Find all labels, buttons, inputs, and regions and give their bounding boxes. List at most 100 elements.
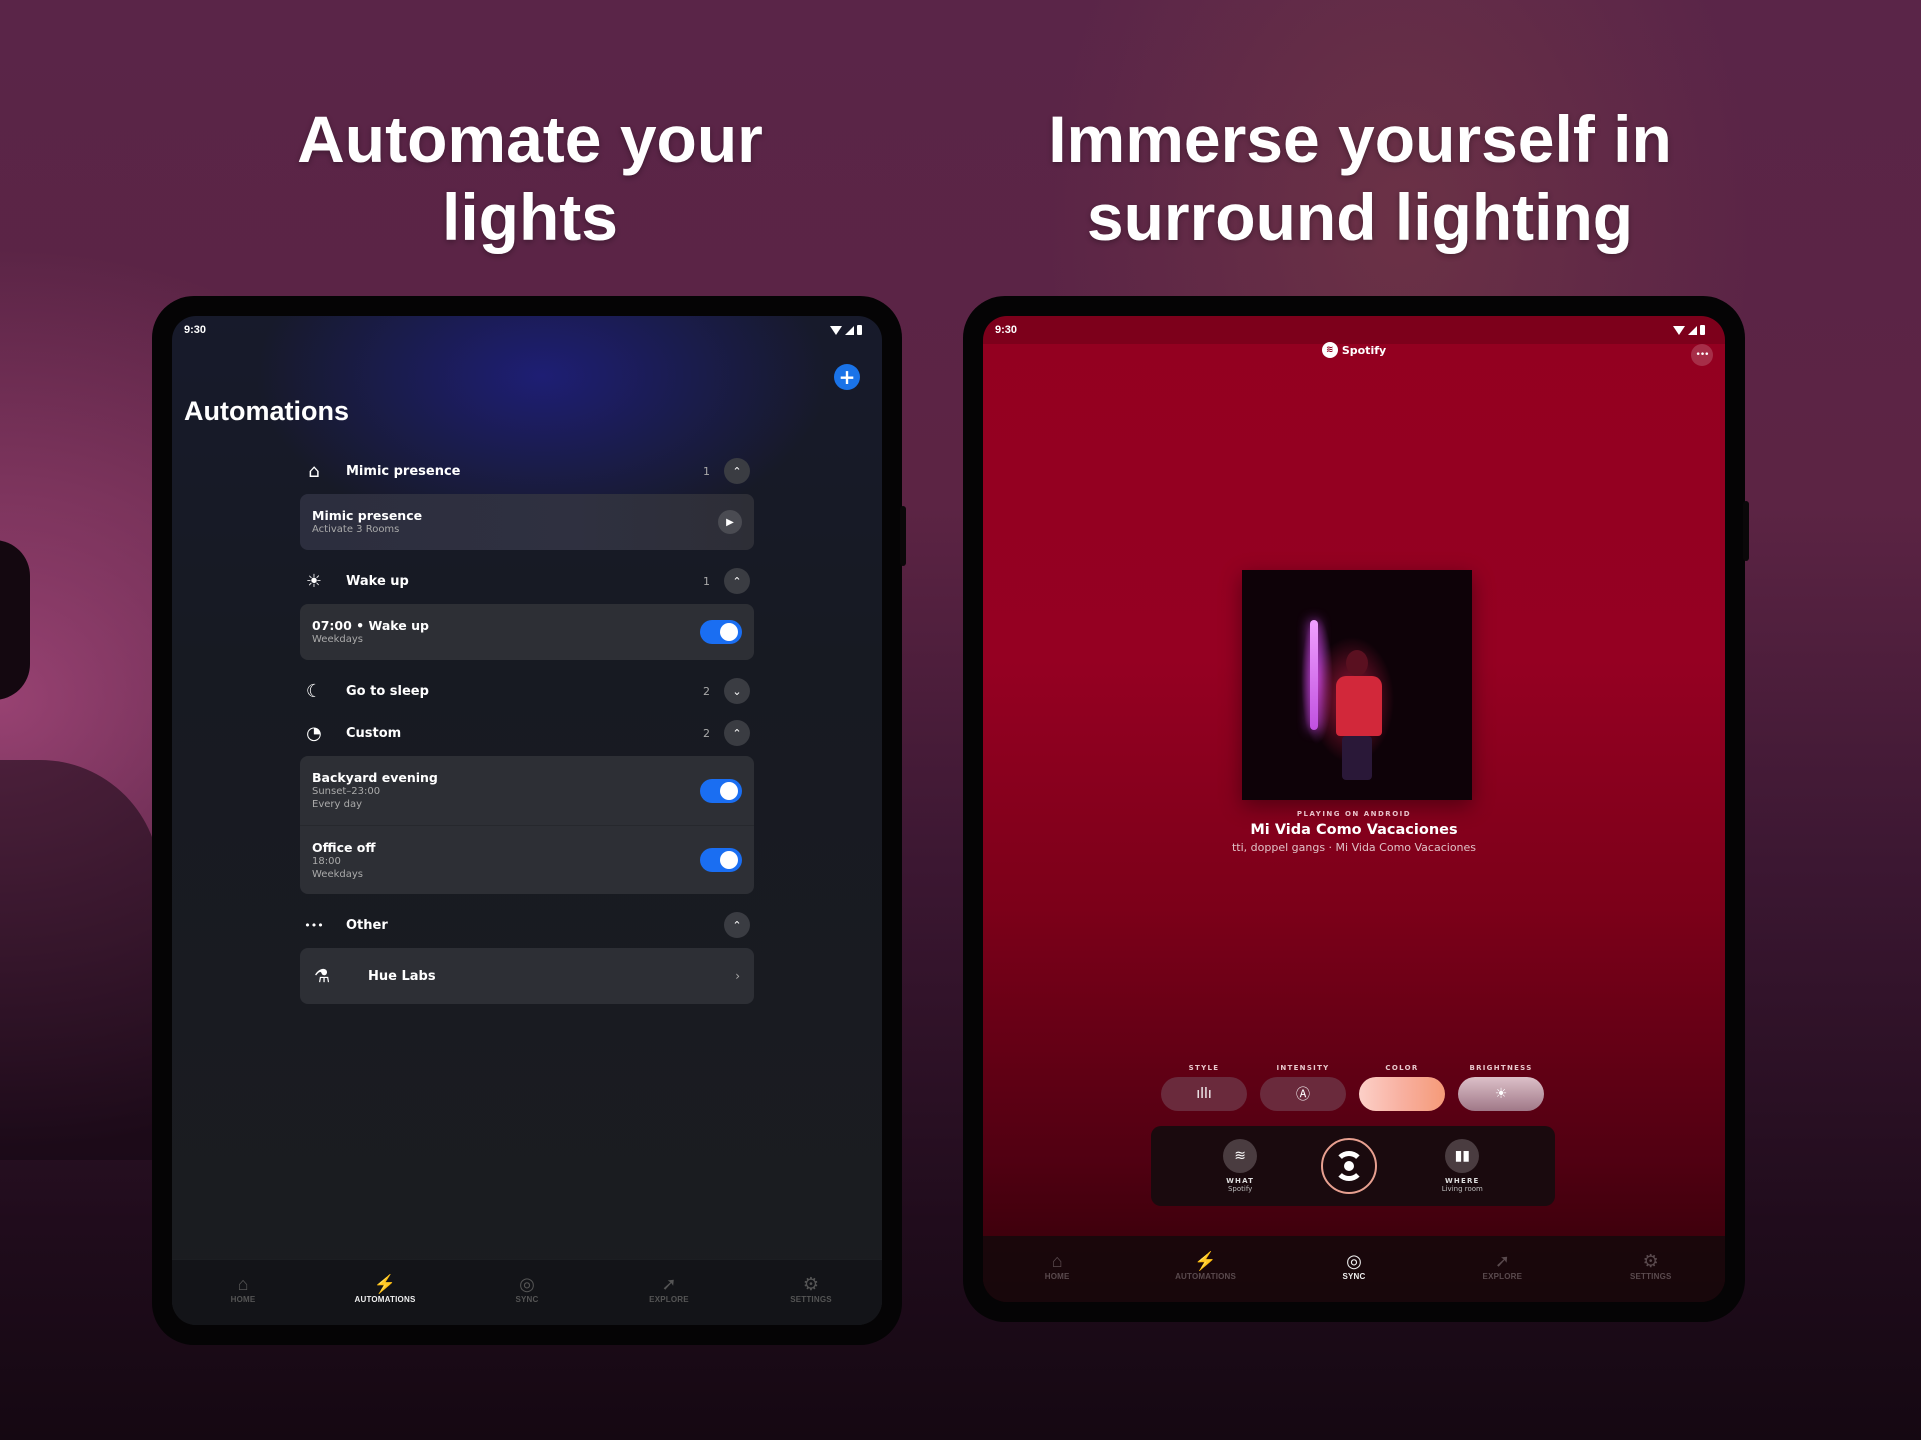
sync-screen: 9:30 ≋ Spotify ••• PLAYING ON ANDROID Mi… [983, 316, 1725, 1302]
intensity-auto-icon: Ⓐ [1296, 1087, 1310, 1103]
album-neon-light [1310, 620, 1318, 730]
tab-automations[interactable]: ⚡ AUTOMATIONS [335, 1273, 435, 1304]
hue-labs-item[interactable]: ⚗ Hue Labs › [300, 948, 754, 1004]
status-bar: 9:30 [172, 316, 882, 344]
tab-settings[interactable]: ⚙ SETTINGS [1601, 1250, 1701, 1281]
tab-label: EXPLORE [649, 1295, 689, 1304]
headline-automate: Automate your lights [297, 102, 763, 254]
more-options-button[interactable]: ••• [1691, 344, 1713, 366]
tab-settings[interactable]: ⚙ SETTINGS [761, 1273, 861, 1304]
sync-toggle-button[interactable] [1321, 1138, 1378, 1194]
spotify-icon: ≋ [1321, 342, 1338, 358]
style-button[interactable]: ıllı [1161, 1077, 1247, 1111]
wifi-icon [830, 325, 842, 335]
where-area[interactable]: ▮▮ WHERE Living room [1442, 1139, 1483, 1193]
tab-explore[interactable]: ➚ EXPLORE [1452, 1250, 1552, 1281]
item-title: 07:00 • Wake up [312, 618, 429, 633]
list-item[interactable]: Office off 18:00 Weekdays [300, 825, 754, 894]
tab-home[interactable]: ⌂ HOME [193, 1273, 293, 1304]
spotify-logo: ≋ Spotify [983, 342, 1725, 358]
office-off-toggle[interactable] [700, 848, 742, 872]
sync-icon [1334, 1151, 1365, 1181]
gear-icon: ⚙ [1642, 1250, 1659, 1271]
flask-icon: ⚗ [314, 965, 331, 987]
card-wake-up: 07:00 • Wake up Weekdays [300, 604, 754, 660]
tab-explore[interactable]: ➚ EXPLORE [619, 1273, 719, 1304]
home-away-icon: ⌂ [308, 460, 320, 482]
signal-icon [1688, 325, 1697, 335]
playing-on-label: PLAYING ON ANDROID [1296, 810, 1412, 818]
list-item[interactable]: 07:00 • Wake up Weekdays [300, 604, 754, 660]
group-count: 1 [703, 574, 710, 588]
sync-icon: ◎ [1346, 1250, 1362, 1271]
lightning-icon: ⚡ [373, 1274, 397, 1294]
chevron-up-icon[interactable]: ⌃ [724, 458, 750, 484]
sunrise-icon: ☀ [305, 570, 323, 592]
tab-automations[interactable]: ⚡ AUTOMATIONS [1156, 1250, 1256, 1281]
waveform-icon: ıllı [1196, 1086, 1212, 1102]
more-dots-icon: ••• [304, 918, 324, 932]
tab-home[interactable]: ⌂ HOME [1007, 1250, 1107, 1281]
home-icon: ⌂ [237, 1274, 249, 1294]
brightness-button[interactable]: ☀ [1458, 1077, 1544, 1111]
track-title: Mi Vida Como Vacaciones [1250, 822, 1458, 838]
intensity-control: INTENSITY Ⓐ [1260, 1064, 1346, 1111]
automations-screen: 9:30 + Automations ⌂ Mimic presence 1 ⌃ … [172, 316, 882, 1325]
list-item[interactable]: Backyard evening Sunset–23:00 Every day [300, 756, 754, 825]
list-item[interactable]: Mimic presence Activate 3 Rooms ▶ [300, 494, 754, 550]
bottom-tab-bar: ⌂ HOME ⚡ AUTOMATIONS ◎ SYNC ➚ EXPLORE ⚙ … [172, 1259, 882, 1325]
card-mimic-presence: Mimic presence Activate 3 Rooms ▶ [300, 494, 754, 550]
control-label: INTENSITY [1276, 1064, 1330, 1072]
control-label: STYLE [1188, 1064, 1220, 1072]
battery-icon [1700, 325, 1705, 335]
intensity-button[interactable]: Ⓐ [1260, 1077, 1346, 1111]
tab-sync[interactable]: ◎ SYNC [1304, 1250, 1404, 1281]
tab-label: EXPLORE [1482, 1271, 1523, 1281]
color-button[interactable] [1359, 1077, 1445, 1111]
tab-label: SYNC [515, 1295, 539, 1304]
where-label: WHERE [1445, 1177, 1480, 1185]
item-subtitle: Weekdays [312, 634, 364, 645]
control-label: COLOR [1385, 1064, 1419, 1072]
chevron-right-icon: › [735, 969, 740, 983]
card-other: ⚗ Hue Labs › [300, 948, 754, 1004]
chevron-up-icon[interactable]: ⌃ [724, 720, 750, 746]
group-custom[interactable]: ◔ Custom 2 ⌃ [300, 714, 754, 752]
tab-label: HOME [1044, 1271, 1070, 1281]
gear-icon: ⚙ [802, 1274, 820, 1294]
status-bar: 9:30 [983, 316, 1725, 344]
status-time: 9:30 [995, 324, 1018, 336]
sync-controls: STYLE ıllı INTENSITY Ⓐ COLOR BRIGHTNESS … [1161, 1064, 1544, 1111]
chevron-up-icon[interactable]: ⌃ [724, 912, 750, 938]
home-icon: ⌂ [1051, 1250, 1063, 1271]
what-value: Spotify [1227, 1185, 1253, 1193]
backyard-evening-toggle[interactable] [700, 778, 742, 803]
group-mimic-presence[interactable]: ⌂ Mimic presence 1 ⌃ [300, 452, 754, 490]
chevron-up-icon[interactable]: ⌃ [724, 568, 750, 594]
tab-sync[interactable]: ◎ SYNC [477, 1273, 577, 1304]
lamps-icon: ▮▮ [1445, 1139, 1480, 1173]
group-wake-up[interactable]: ☀ Wake up 1 ⌃ [300, 562, 754, 600]
group-go-to-sleep[interactable]: ☾ Go to sleep 2 ⌄ [300, 672, 754, 710]
item-subtitle: 18:00 [312, 855, 341, 867]
bottom-tab-bar: ⌂ HOME ⚡ AUTOMATIONS ◎ SYNC ➚ EXPLORE ⚙ … [983, 1236, 1725, 1302]
wake-up-toggle[interactable] [700, 620, 742, 644]
spotify-icon: ≋ [1223, 1139, 1258, 1173]
tab-label: SETTINGS [1629, 1271, 1672, 1281]
item-title: Office off [312, 839, 376, 855]
tablet-sync: 9:30 ≋ Spotify ••• PLAYING ON ANDROID Mi… [963, 296, 1749, 1322]
color-control: COLOR [1359, 1064, 1445, 1111]
group-label: Custom [346, 725, 402, 741]
item-subtitle: Activate 3 Rooms [312, 524, 400, 535]
item-schedule: Every day [312, 799, 362, 810]
play-button[interactable]: ▶ [718, 510, 742, 534]
track-artist: tti, doppel gangs · Mi Vida Como Vacacio… [1231, 841, 1477, 854]
brightness-control: BRIGHTNESS ☀ [1458, 1064, 1544, 1111]
tablet-side-button [1743, 501, 1749, 561]
what-source[interactable]: ≋ WHAT Spotify [1223, 1139, 1258, 1193]
group-other[interactable]: ••• Other ⌃ [300, 906, 754, 944]
wifi-icon [1673, 325, 1685, 335]
chevron-down-icon[interactable]: ⌄ [724, 678, 750, 704]
lightning-icon: ⚡ [1194, 1250, 1217, 1271]
add-automation-button[interactable]: + [834, 364, 860, 390]
